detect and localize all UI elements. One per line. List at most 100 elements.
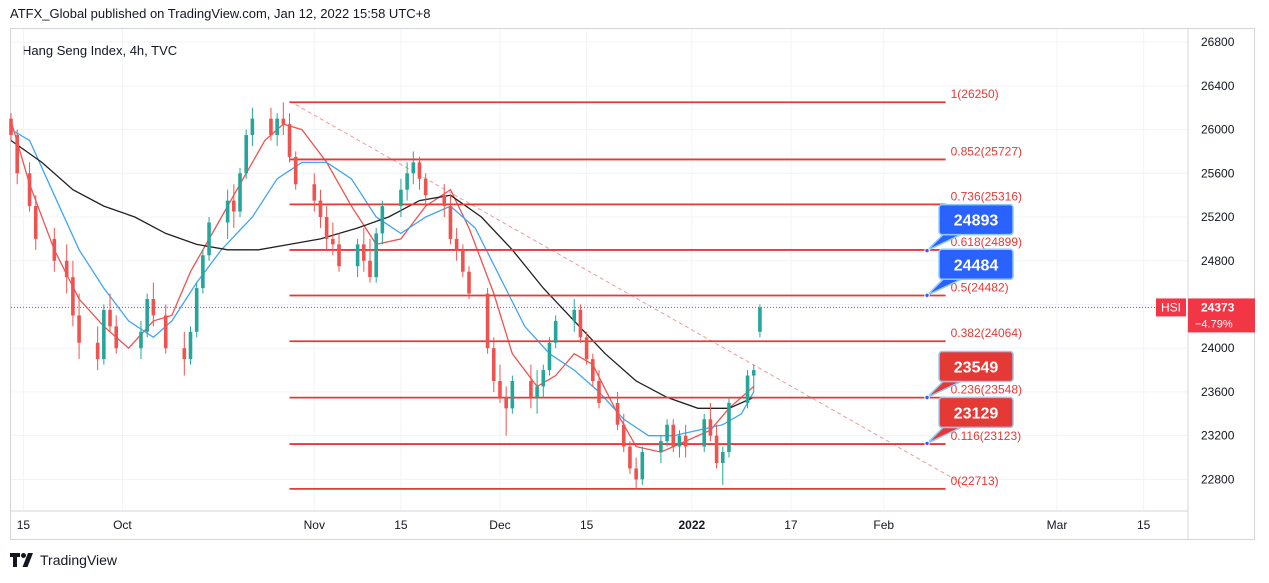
candle-body: [64, 260, 69, 278]
candle-body: [33, 206, 38, 239]
callout-anchor-dot: [924, 247, 930, 254]
candle-body: [287, 124, 292, 157]
time-tick-label: Mar: [1047, 518, 1068, 532]
candle-body: [194, 288, 199, 332]
callout-anchor-dot: [924, 394, 930, 401]
candle-body: [640, 452, 645, 480]
candle-body: [720, 452, 725, 463]
time-axis[interactable]: 15 Oct Nov 15 Dec 15 2022 17 Feb Mar 15: [11, 510, 1188, 532]
fib-level-label: 0.5(24482): [951, 281, 1009, 295]
candle-body: [139, 331, 143, 349]
price-tick-label: 26000: [1201, 123, 1235, 137]
candle-body: [504, 397, 508, 409]
price-axis[interactable]: 2280023200236002400024400248002520025600…: [1187, 29, 1235, 539]
price-tick-label: 26800: [1201, 35, 1235, 49]
last-price-change: −4.79%: [1195, 318, 1233, 330]
candle-body: [232, 200, 236, 212]
candle-body: [597, 381, 601, 403]
candle-body: [510, 381, 515, 409]
time-tick-label: 17: [784, 518, 798, 532]
time-tick-label: 2022: [678, 518, 705, 532]
candle-body: [293, 156, 298, 185]
candle-body: [751, 370, 756, 376]
candle-body: [15, 135, 19, 174]
price-tick-label: 24000: [1201, 341, 1235, 355]
candle-body: [368, 260, 372, 278]
candle-body: [714, 435, 719, 463]
price-tick-label: 24800: [1201, 254, 1235, 268]
candle-body: [238, 173, 242, 212]
candle-body: [541, 370, 546, 387]
candle-body: [250, 118, 255, 136]
candle-body: [584, 337, 589, 360]
candle-body: [9, 118, 13, 136]
price-tick-label: 22800: [1201, 472, 1235, 486]
candle-body: [671, 424, 676, 447]
candle-body: [77, 315, 81, 343]
candle-body: [615, 402, 620, 425]
candle-body: [683, 435, 688, 447]
candle-body: [702, 419, 707, 447]
callout-label: 24484: [954, 257, 999, 274]
candle-body: [727, 402, 731, 453]
tradingview-logo-icon: [10, 553, 33, 567]
price-chart[interactable]: 1(26250) 0.852(25727) 0.736(25316) 0.618(24…: [0, 0, 1269, 583]
price-tick-label: 23200: [1201, 429, 1235, 443]
price-tick-label: 25200: [1201, 210, 1235, 224]
candle-body: [27, 173, 32, 207]
fib-level-label: 0.116(23123): [951, 429, 1022, 443]
callout-anchor-dot: [924, 440, 930, 447]
candle-body: [337, 244, 341, 267]
candle-body: [52, 238, 57, 261]
candle-body: [188, 331, 193, 360]
candle-body: [708, 419, 713, 436]
candle-body: [417, 162, 422, 179]
candle-body: [442, 195, 447, 207]
candle-body: [318, 200, 323, 218]
tradingview-brand[interactable]: TradingView: [10, 552, 117, 568]
candle-body: [374, 233, 378, 278]
fib-level-label: 0(22713): [951, 474, 999, 488]
candle-body: [269, 118, 273, 136]
fib-level-label: 0.852(25727): [951, 144, 1022, 158]
candle-body: [491, 348, 496, 382]
candle-body: [163, 315, 168, 349]
fib-level-label: 0.618(24899): [951, 235, 1022, 249]
candle-body: [535, 386, 539, 398]
tradingview-label: TradingView: [40, 552, 118, 568]
candle-body: [207, 222, 211, 256]
time-tick-label: Dec: [489, 518, 510, 532]
candle-body: [405, 173, 409, 190]
candle-body: [461, 249, 465, 272]
candle-body: [225, 200, 230, 223]
candle-body: [362, 244, 366, 261]
time-tick-label: Oct: [113, 518, 132, 532]
time-tick-label: Feb: [873, 518, 894, 532]
fib-level-label: 1(26250): [951, 87, 999, 101]
candle-body: [331, 238, 335, 245]
fibonacci-layer: 1(26250) 0.852(25727) 0.736(25316) 0.618(24…: [289, 87, 1022, 490]
candle-body: [275, 118, 279, 136]
candle-body: [201, 255, 205, 289]
candle-body: [572, 309, 577, 321]
time-tick-label: 15: [1137, 518, 1151, 532]
candle-body: [498, 381, 502, 398]
candle-body: [448, 206, 453, 239]
time-tick-label: 15: [580, 518, 594, 532]
candle-body: [628, 446, 632, 469]
time-tick-label: 15: [17, 518, 31, 532]
candle-body: [758, 307, 762, 332]
callout-label: 23549: [954, 360, 999, 377]
candle-body: [553, 320, 558, 343]
candle-body: [108, 309, 112, 327]
fib-level-label: 0.382(24064): [951, 326, 1022, 340]
candle-body: [591, 359, 595, 382]
candle-body: [102, 309, 106, 360]
candle-body: [578, 309, 583, 338]
candle-body: [281, 118, 286, 125]
candle-body: [485, 293, 490, 349]
candle-body: [677, 435, 682, 447]
candle-body: [145, 299, 149, 332]
price-tick-label: 26400: [1201, 79, 1235, 93]
fib-level-label: 0.736(25316): [951, 189, 1022, 203]
